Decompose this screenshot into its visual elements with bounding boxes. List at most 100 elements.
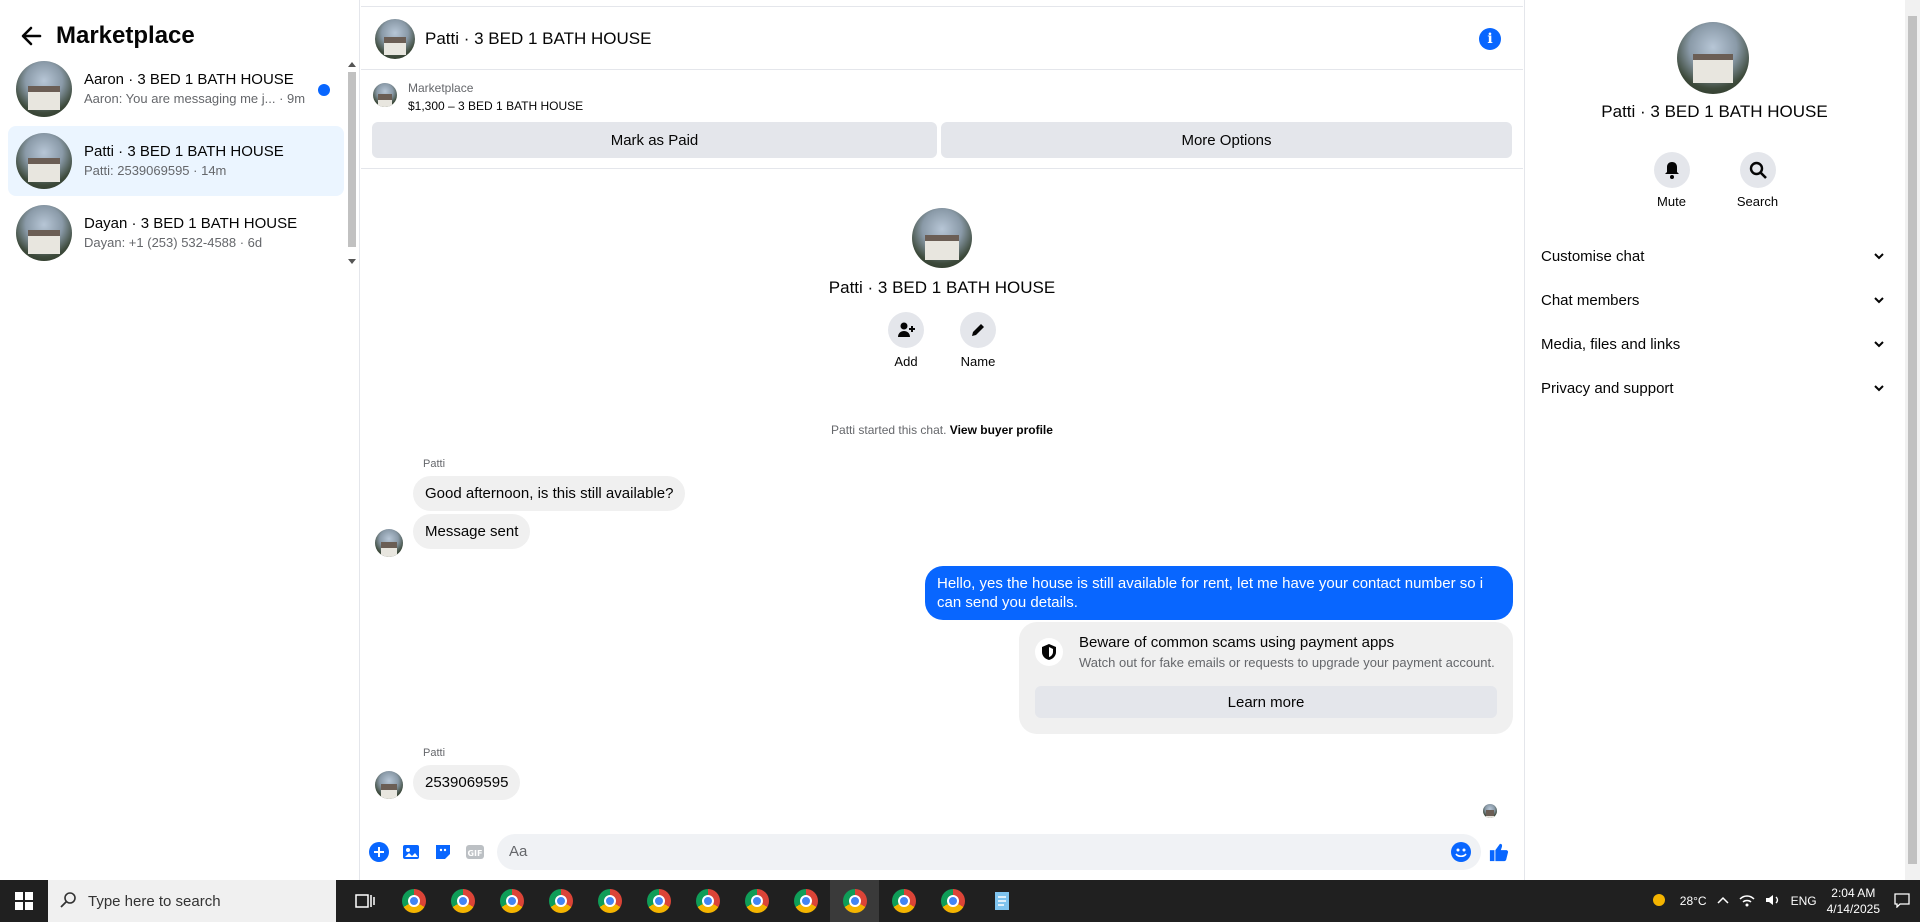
chat-intro: Patti · 3 BED 1 BATH HOUSE Add Name: [361, 208, 1523, 369]
network-icon[interactable]: [1739, 893, 1755, 910]
sidebar-header: Marketplace: [20, 20, 195, 52]
section-privacy-support[interactable]: Privacy and support: [1541, 366, 1889, 410]
pencil-icon[interactable]: [960, 312, 996, 348]
outgoing-message[interactable]: Hello, yes the house is still available …: [925, 566, 1513, 620]
notification-icon[interactable]: [1894, 892, 1910, 911]
chevron-down-icon: [1874, 253, 1884, 260]
learn-more-button[interactable]: Learn more: [1035, 686, 1497, 718]
intro-name: Patti · 3 BED 1 BATH HOUSE: [828, 278, 1056, 297]
listing-avatar: [373, 83, 397, 107]
scam-subtitle: Watch out for fake emails or requests to…: [1079, 655, 1495, 670]
name-button[interactable]: Name: [960, 312, 996, 369]
message-bubble[interactable]: Good afternoon, is this still available?: [413, 476, 686, 511]
mute-label: Mute: [1657, 194, 1686, 209]
gif-icon[interactable]: GIF: [465, 842, 485, 862]
scroll-down-icon[interactable]: [348, 259, 356, 264]
task-view-icon[interactable]: [340, 880, 389, 922]
scroll-thumb[interactable]: [1908, 16, 1917, 864]
chrome-icon[interactable]: [438, 880, 487, 922]
conversation-item-dayan[interactable]: Dayan · 3 BED 1 BATH HOUSE Dayan: +1 (25…: [8, 198, 344, 268]
clock[interactable]: 2:04 AM 4/14/2025: [1827, 885, 1880, 917]
chrome-icon[interactable]: [781, 880, 830, 922]
search-icon[interactable]: [1739, 152, 1776, 188]
notepad-icon[interactable]: [977, 880, 1026, 922]
section-label: Privacy and support: [1541, 379, 1674, 397]
image-icon[interactable]: [401, 842, 421, 862]
messenger-app: Marketplace Aaron · 3 BED 1 BATH HOUSE A…: [0, 0, 1920, 880]
chat-header: Patti · 3 BED 1 BATH HOUSE i: [361, 8, 1523, 70]
scroll-thumb[interactable]: [348, 72, 356, 247]
marketplace-label: Marketplace: [408, 81, 474, 95]
section-media-files-links[interactable]: Media, files and links: [1541, 322, 1889, 366]
conversation-list: Aaron · 3 BED 1 BATH HOUSE Aaron: You ar…: [8, 54, 344, 270]
thumbs-up-icon[interactable]: [1489, 842, 1509, 862]
windows-taskbar: Type here to search 28°C ENG 2:04 AM 4/1…: [0, 880, 1920, 922]
mute-button[interactable]: Mute: [1647, 152, 1697, 209]
conversation-preview: Dayan: +1 (253) 532-4588 · 6d: [84, 235, 263, 250]
conversation-name: Patti · 3 BED 1 BATH HOUSE: [84, 143, 284, 160]
chrome-icon[interactable]: [879, 880, 928, 922]
search-icon: [60, 892, 76, 908]
taskbar-search[interactable]: Type here to search: [48, 880, 336, 922]
conversation-item-aaron[interactable]: Aaron · 3 BED 1 BATH HOUSE Aaron: You ar…: [8, 54, 344, 124]
message-bubble[interactable]: Message sent: [413, 514, 531, 549]
system-tray: 28°C ENG 2:04 AM 4/14/2025: [1648, 880, 1920, 922]
weather-temp[interactable]: 28°C: [1680, 894, 1707, 908]
section-customise-chat[interactable]: Customise chat: [1541, 234, 1889, 278]
section-label: Chat members: [1541, 291, 1640, 309]
chrome-icon[interactable]: [928, 880, 977, 922]
chrome-icon[interactable]: [683, 880, 732, 922]
view-buyer-profile-link[interactable]: View buyer profile: [950, 423, 1053, 437]
mark-as-paid-button[interactable]: Mark as Paid: [372, 122, 937, 158]
chrome-icon[interactable]: [830, 880, 879, 922]
back-arrow-icon[interactable]: [20, 25, 42, 47]
profile-avatar[interactable]: [1677, 22, 1749, 94]
scroll-up-icon[interactable]: [348, 62, 356, 67]
conversation-item-patti[interactable]: Patti · 3 BED 1 BATH HOUSE Patti: 253906…: [8, 126, 344, 196]
avatar: [16, 133, 72, 189]
seen-avatar-icon: [1483, 804, 1497, 818]
add-button[interactable]: Add: [888, 312, 924, 369]
section-label: Media, files and links: [1541, 335, 1681, 353]
sender-name: Patti: [423, 747, 446, 759]
emoji-icon[interactable]: [1451, 842, 1471, 862]
chrome-icon[interactable]: [585, 880, 634, 922]
listing-title[interactable]: $1,300 – 3 BED 1 BATH HOUSE: [408, 99, 583, 113]
sender-avatar: [375, 529, 403, 557]
page-scrollbar[interactable]: [1905, 0, 1920, 880]
conversation-sidebar: Marketplace Aaron · 3 BED 1 BATH HOUSE A…: [0, 0, 360, 880]
sidebar-scrollbar[interactable]: [346, 58, 358, 268]
search-button[interactable]: Search: [1733, 152, 1783, 209]
taskbar-search-placeholder: Type here to search: [88, 892, 221, 910]
bell-icon[interactable]: [1653, 152, 1690, 188]
message-bubble[interactable]: 2539069595: [413, 765, 521, 800]
marketplace-bar: Marketplace $1,300 – 3 BED 1 BATH HOUSE …: [361, 71, 1523, 169]
info-icon[interactable]: i: [1479, 28, 1501, 50]
add-person-icon[interactable]: [888, 312, 924, 348]
chrome-icon[interactable]: [487, 880, 536, 922]
svg-text:GIF: GIF: [467, 849, 482, 858]
weather-icon[interactable]: [1648, 891, 1670, 912]
chat-avatar[interactable]: [375, 18, 415, 59]
volume-icon[interactable]: [1765, 893, 1781, 910]
message-input[interactable]: Aa: [497, 834, 1481, 870]
chrome-icon[interactable]: [732, 880, 781, 922]
plus-icon[interactable]: [369, 842, 389, 862]
chevron-up-icon[interactable]: [1717, 894, 1729, 908]
profile-name: Patti · 3 BED 1 BATH HOUSE: [1601, 102, 1828, 121]
sticker-icon[interactable]: [433, 842, 453, 862]
unread-dot: [318, 84, 330, 96]
taskbar-apps: [340, 880, 1026, 922]
chat-main: Patti · 3 BED 1 BATH HOUSE i Marketplace…: [361, 0, 1523, 880]
started-text: Patti started this chat.: [831, 423, 947, 437]
language-indicator[interactable]: ENG: [1791, 894, 1817, 908]
chrome-icon[interactable]: [536, 880, 585, 922]
chat-title[interactable]: Patti · 3 BED 1 BATH HOUSE: [425, 29, 651, 49]
chrome-icon[interactable]: [389, 880, 438, 922]
avatar: [16, 205, 72, 261]
windows-start-icon[interactable]: [0, 880, 48, 922]
section-chat-members[interactable]: Chat members: [1541, 278, 1889, 322]
section-label: Customise chat: [1541, 247, 1645, 265]
more-options-button[interactable]: More Options: [941, 122, 1512, 158]
chrome-icon[interactable]: [634, 880, 683, 922]
